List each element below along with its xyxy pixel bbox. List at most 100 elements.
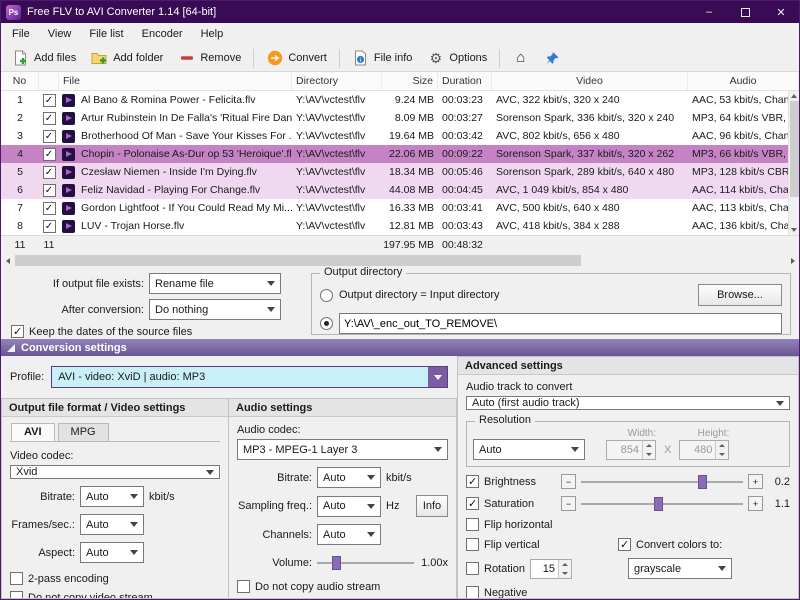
table-row[interactable]: 1✓Al Bano & Romina Power - Felicita.flvY… [1,91,799,109]
brightness-plus-button[interactable]: + [748,474,763,489]
options-button[interactable]: ⚙ Options [420,47,494,69]
column-header-duration[interactable]: Duration [438,72,492,90]
convert-colors-select[interactable]: grayscale [628,558,732,579]
table-row[interactable]: 7✓Gordon Lightfoot - If You Could Read M… [1,199,799,217]
audio-track-select[interactable]: Auto (first audio track) [466,396,790,410]
no-copy-video-checkbox[interactable]: Do not copy video stream [10,591,220,599]
add-files-button[interactable]: Add files [5,47,83,69]
tab-avi[interactable]: AVI [11,423,55,441]
slider-thumb[interactable] [698,475,707,489]
row-checkbox[interactable]: ✓ [39,199,59,217]
convert-button[interactable]: Convert [259,47,334,69]
row-checkbox[interactable]: ✓ [39,181,59,199]
scroll-right-icon[interactable] [786,254,799,267]
menu-help[interactable]: Help [192,25,233,43]
column-header-audio[interactable]: Audio [688,72,799,90]
scroll-left-icon[interactable] [1,254,14,267]
output-equals-input-radio[interactable] [320,289,333,302]
table-row[interactable]: 4✓Chopin - Polonaise As-Dur op 53 'Heroi… [1,145,799,163]
row-checkbox[interactable]: ✓ [39,127,59,145]
row-checkbox[interactable]: ✓ [39,217,59,235]
profile-dropdown-button[interactable] [428,367,447,387]
column-header-directory[interactable]: Directory [292,72,382,90]
scroll-down-icon[interactable] [791,228,797,232]
conversion-settings-header[interactable]: Conversion settings [1,339,799,356]
profile-select[interactable]: AVI - video: XviD | audio: MP3 [51,366,448,388]
flv-file-icon [59,199,77,217]
rotation-checkbox[interactable] [466,562,479,575]
volume-slider[interactable] [317,556,414,570]
horizontal-scroll-thumb[interactable] [15,255,581,266]
saturation-slider[interactable] [581,497,743,511]
table-row[interactable]: 3✓Brotherhood Of Man - Save Your Kisses … [1,127,799,145]
table-row[interactable]: 6✓Feliz Navidad - Playing For Change.flv… [1,181,799,199]
audio-codec-select[interactable]: MP3 - MPEG-1 Layer 3 [237,439,448,460]
row-checkbox[interactable]: ✓ [39,145,59,163]
aspect-select[interactable]: Auto [80,542,144,563]
slider-thumb[interactable] [332,556,341,570]
keep-dates-checkbox[interactable]: Keep the dates of the source files [9,325,301,338]
file-info-label: File info [374,52,413,64]
toolbar-separator [253,49,254,68]
menu-file[interactable]: File [3,25,39,43]
tab-mpg[interactable]: MPG [58,423,109,441]
output-path-input[interactable] [339,313,782,334]
two-pass-checkbox[interactable]: 2-pass encoding [10,572,220,585]
column-header-size[interactable]: Size [382,72,438,90]
table-row[interactable]: 8✓LUV - Trojan Horse.flvY:\AV\vctest\flv… [1,217,799,235]
minimize-button[interactable]: – [691,1,727,23]
saturation-minus-button[interactable]: − [561,496,576,511]
after-conversion-select[interactable]: Do nothing [149,299,281,320]
rotation-spinner[interactable]: 15 [530,559,572,579]
file-info-button[interactable]: i File info [345,47,420,69]
maximize-button[interactable] [727,1,763,23]
row-checkbox[interactable]: ✓ [39,109,59,127]
channels-select[interactable]: Auto [317,524,381,545]
vertical-scroll-thumb[interactable] [790,101,799,197]
saturation-checkbox[interactable] [466,497,479,510]
slider-thumb[interactable] [654,497,663,511]
saturation-plus-button[interactable]: + [748,496,763,511]
custom-output-radio[interactable] [320,317,333,330]
brightness-minus-button[interactable]: − [561,474,576,489]
negative-checkbox[interactable] [466,586,479,599]
browse-button[interactable]: Browse... [698,284,782,306]
height-spinner[interactable]: 480 [679,440,729,460]
menu-encoder[interactable]: Encoder [133,25,192,43]
column-header-video[interactable]: Video [492,72,688,90]
resolution-select[interactable]: Auto [473,439,585,460]
video-codec-select[interactable]: Xvid [10,465,220,479]
no-copy-audio-checkbox[interactable]: Do not copy audio stream [237,580,448,593]
width-spinner[interactable]: 854 [606,440,656,460]
audio-bitrate-select[interactable]: Auto [317,467,381,488]
section-triangle-icon [7,344,15,352]
row-checkbox[interactable]: ✓ [39,91,59,109]
column-header-no[interactable]: No [1,72,39,90]
table-row[interactable]: 5✓Czesław Niemen - Inside I'm Dying.flvY… [1,163,799,181]
column-header-checkbox[interactable] [39,72,59,90]
summary-total-count: 11 [1,236,39,254]
flip-vertical-checkbox[interactable] [466,538,479,551]
vertical-scrollbar[interactable] [788,91,799,235]
video-bitrate-select[interactable]: Auto [80,486,144,507]
home-button[interactable]: ⌂ [505,47,536,69]
convert-colors-checkbox[interactable] [618,538,631,551]
brightness-checkbox[interactable] [466,475,479,488]
info-button[interactable]: Info [416,495,448,517]
if-exists-select[interactable]: Rename file [149,273,281,294]
flip-horizontal-checkbox[interactable] [466,518,479,531]
fps-select[interactable]: Auto [80,514,144,535]
menu-view[interactable]: View [39,25,81,43]
brightness-slider[interactable] [581,475,743,489]
table-row[interactable]: 2✓Artur Rubinstein In De Falla's 'Ritual… [1,109,799,127]
add-folder-button[interactable]: Add folder [84,47,170,69]
row-filename: Gordon Lightfoot - If You Could Read My … [77,199,292,217]
close-button[interactable]: ✕ [763,1,799,23]
pin-button[interactable] [537,47,568,69]
menu-file-list[interactable]: File list [80,25,132,43]
scroll-up-icon[interactable] [791,94,797,98]
sampling-select[interactable]: Auto [317,496,381,517]
column-header-file[interactable]: File [59,72,292,90]
remove-button[interactable]: Remove [171,47,248,69]
row-checkbox[interactable]: ✓ [39,163,59,181]
